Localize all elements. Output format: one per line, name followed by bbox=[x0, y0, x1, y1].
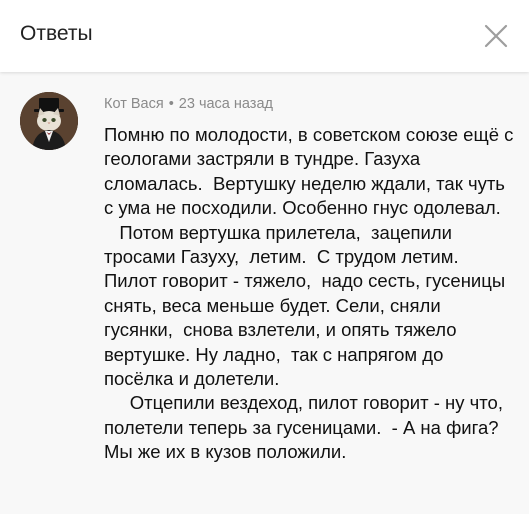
close-icon bbox=[484, 24, 508, 48]
cat-avatar-icon bbox=[20, 92, 78, 150]
meta-separator: • bbox=[168, 96, 174, 112]
replies-header: Ответы bbox=[0, 0, 529, 72]
comment-time: 23 часа назад bbox=[178, 96, 273, 112]
comment-text: Помню по молодости, в советском союзе ещ… bbox=[104, 123, 514, 465]
comment-meta: Кот Вася • 23 часа назад bbox=[104, 96, 273, 112]
comment-thread: Кот Вася • 23 часа назад Помню по молодост… bbox=[0, 72, 529, 514]
avatar[interactable] bbox=[20, 92, 78, 150]
comment-paragraph: Потом вертушка прилетела, зацепили троса… bbox=[104, 221, 511, 390]
comment-paragraph: Помню по молодости, в советском союзе ещ… bbox=[104, 124, 519, 219]
comment-paragraph: Отцепили вездеход, пилот говорит - ну чт… bbox=[104, 392, 509, 463]
author-name[interactable]: Кот Вася bbox=[104, 96, 164, 112]
page-title: Ответы bbox=[20, 22, 93, 45]
close-button[interactable] bbox=[481, 21, 511, 51]
